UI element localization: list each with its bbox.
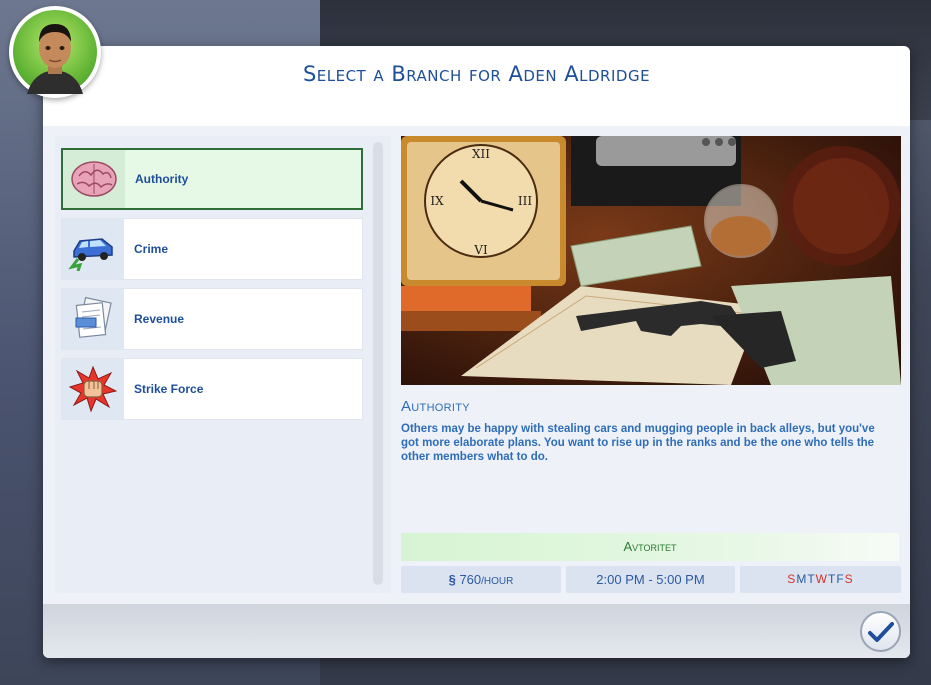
confirm-button[interactable] bbox=[860, 611, 901, 652]
list-scrollbar[interactable] bbox=[373, 142, 383, 585]
simoleon-icon: § bbox=[448, 572, 456, 587]
branch-label-authority: Authority bbox=[135, 172, 189, 186]
work-hours: 2:00 PM - 5:00 PM bbox=[566, 566, 735, 593]
checkmark-icon bbox=[867, 621, 894, 642]
pay-unit: /HOUR bbox=[481, 576, 514, 587]
branch-item-strike-force[interactable]: Strike Force bbox=[61, 358, 363, 420]
branch-item-revenue[interactable]: Revenue bbox=[61, 288, 363, 350]
stolen-car-icon bbox=[62, 219, 124, 279]
svg-text:III: III bbox=[518, 194, 532, 208]
sim-avatar[interactable] bbox=[9, 6, 101, 98]
branch-select-dialog: Select a Branch for Aden Aldridge Author… bbox=[43, 46, 910, 658]
branch-description: Others may be happy with stealing cars a… bbox=[401, 423, 875, 463]
dialog-title: Select a Branch for Aden Aldridge bbox=[302, 62, 651, 86]
day-2: T bbox=[807, 572, 816, 586]
branch-label-strike-force: Strike Force bbox=[134, 382, 204, 396]
fist-icon bbox=[62, 359, 124, 419]
documents-icon bbox=[62, 289, 124, 349]
svg-text:IX: IX bbox=[430, 194, 444, 208]
svg-text:VI: VI bbox=[473, 243, 488, 257]
pay-amount: 760 bbox=[459, 572, 482, 587]
branch-name-heading: Authority bbox=[401, 398, 470, 415]
day-0: S bbox=[787, 572, 797, 586]
branch-label-revenue: Revenue bbox=[134, 312, 185, 326]
day-1: M bbox=[796, 572, 808, 586]
work-days: SMTWTFS bbox=[740, 566, 901, 593]
branch-item-authority[interactable]: Authority bbox=[61, 148, 363, 210]
day-5: F bbox=[836, 572, 845, 586]
branch-list: Authority Crime Revenue Strike Force bbox=[55, 136, 391, 593]
svg-text:XII: XII bbox=[472, 147, 490, 161]
day-3: W bbox=[815, 572, 828, 586]
brain-icon bbox=[63, 150, 125, 208]
branch-illustration: XII III VI IX bbox=[401, 136, 901, 385]
pay-rate: § 760/HOUR bbox=[401, 566, 561, 593]
day-6: S bbox=[844, 572, 854, 586]
dialog-footer bbox=[43, 604, 910, 658]
job-title: Avtoritet bbox=[401, 533, 899, 561]
branch-item-crime[interactable]: Crime bbox=[61, 218, 363, 280]
branch-label-crime: Crime bbox=[134, 242, 169, 256]
